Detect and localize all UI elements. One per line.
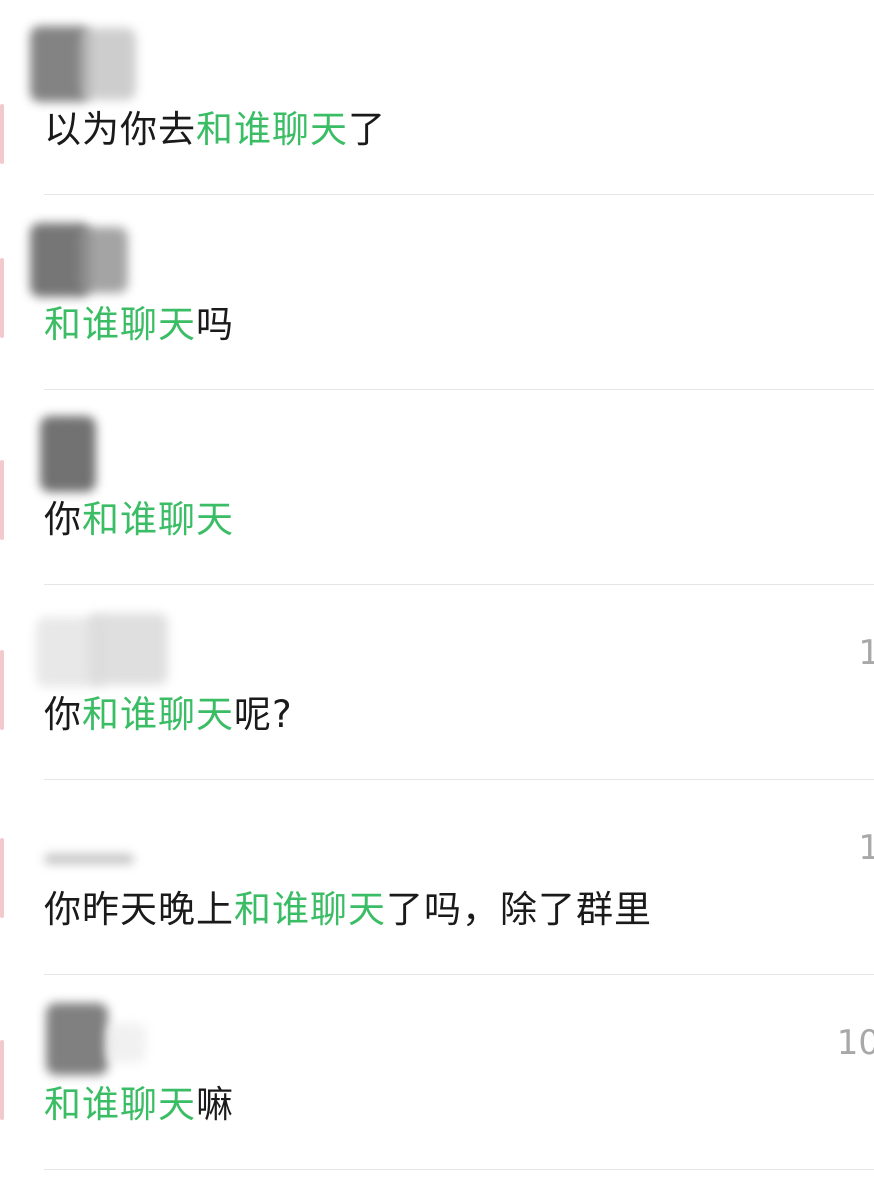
message-timestamp: 10 — [836, 1023, 874, 1063]
message-snippet: 你和谁聊天 — [44, 498, 234, 542]
redacted-sender-name — [22, 217, 182, 301]
redacted-sender-name — [22, 802, 182, 886]
keyword-highlight: 和谁聊天 — [82, 693, 234, 736]
search-result-item[interactable]: 和谁聊天吗 — [0, 195, 874, 390]
search-result-item[interactable]: 你和谁聊天呢? 1 — [0, 585, 874, 780]
keyword-highlight: 和谁聊天 — [82, 498, 234, 541]
search-results-list: 以为你去和谁聊天了 和谁聊天吗 你和谁聊天 你和谁聊天呢? 1 你昨天晚上和谁聊天了吗，除… — [0, 0, 874, 1182]
message-timestamp: 1 — [858, 828, 874, 868]
search-result-item[interactable]: 和谁聊天嘛 10 — [0, 975, 874, 1170]
message-snippet: 你和谁聊天呢? — [44, 693, 293, 737]
message-snippet: 以为你去和谁聊天了 — [44, 108, 386, 152]
keyword-highlight: 和谁聊天 — [234, 888, 386, 931]
keyword-highlight: 和谁聊天 — [44, 303, 196, 346]
message-snippet: 你昨天晚上和谁聊天了吗，除了群里 — [44, 888, 652, 932]
search-result-item[interactable]: 你和谁聊天 — [0, 390, 874, 585]
redaction-smudge — [106, 1023, 146, 1063]
snippet-text: 了吗，除了群里 — [386, 888, 652, 931]
snippet-text: 你 — [44, 693, 82, 736]
row-divider — [44, 1169, 874, 1170]
keyword-highlight: 和谁聊天 — [44, 1083, 196, 1126]
redacted-sender-name — [22, 997, 182, 1081]
message-snippet: 和谁聊天嘛 — [44, 1083, 234, 1127]
redaction-smudge — [40, 416, 96, 492]
redaction-smudge — [88, 613, 168, 685]
redaction-smudge — [80, 28, 136, 100]
snippet-text: 你昨天晚上 — [44, 888, 234, 931]
avatar-edge-fragment — [0, 1040, 4, 1120]
redaction-smudge — [78, 227, 128, 293]
avatar-edge-fragment — [0, 650, 4, 730]
keyword-highlight: 和谁聊天 — [196, 108, 348, 151]
message-snippet: 和谁聊天吗 — [44, 303, 234, 347]
redacted-sender-name — [22, 412, 182, 496]
redacted-sender-name — [22, 607, 182, 691]
redaction-smudge — [44, 854, 134, 864]
search-result-item[interactable]: 以为你去和谁聊天了 — [0, 0, 874, 195]
snippet-text: 你 — [44, 498, 82, 541]
snippet-text: 吗 — [196, 303, 234, 346]
avatar-edge-fragment — [0, 838, 4, 918]
message-timestamp: 1 — [858, 633, 874, 673]
snippet-text: 了 — [348, 108, 386, 151]
redacted-sender-name — [22, 22, 182, 106]
avatar-edge-fragment — [0, 460, 4, 540]
avatar-edge-fragment — [0, 258, 4, 338]
snippet-text: 嘛 — [196, 1083, 234, 1126]
avatar-edge-fragment — [0, 104, 4, 164]
snippet-text: 呢? — [234, 693, 293, 736]
redaction-smudge — [46, 1003, 108, 1075]
search-result-item[interactable]: 你昨天晚上和谁聊天了吗，除了群里 1 — [0, 780, 874, 975]
snippet-text: 以为你去 — [44, 108, 196, 151]
